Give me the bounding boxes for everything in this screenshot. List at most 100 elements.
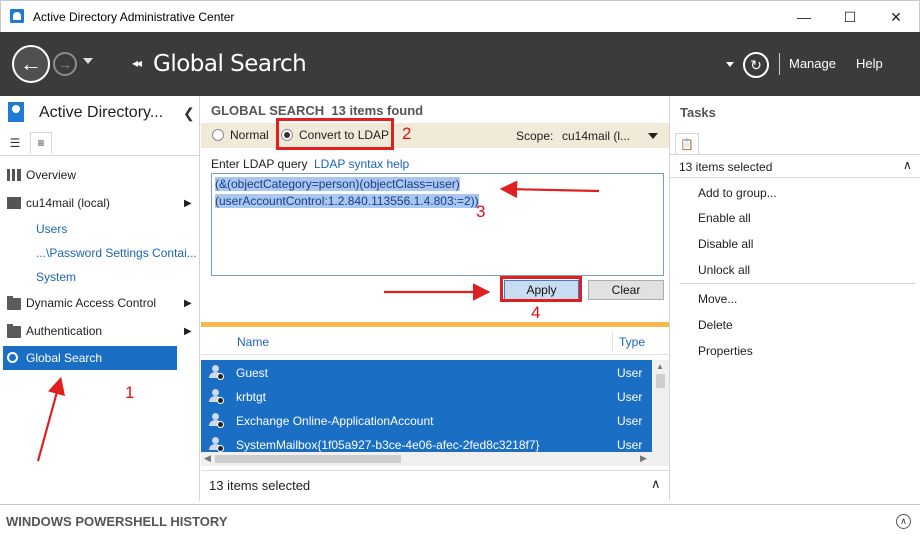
disabled-badge-icon [217, 421, 224, 428]
refresh-icon[interactable]: ↻ [743, 52, 769, 78]
row-name: Exchange Online-ApplicationAccount [236, 414, 434, 428]
scrollbar-thumb[interactable] [215, 455, 401, 463]
overview-icon [7, 169, 21, 181]
annotation-number-3: 3 [476, 202, 486, 221]
breadcrumb-arrows-icon[interactable]: ◂◂ [132, 56, 142, 70]
row-type: User [617, 390, 643, 404]
breadcrumb-dropdown-icon[interactable] [726, 62, 734, 67]
sidebar-item-global-search[interactable]: Global Search [3, 346, 177, 370]
scroll-left-icon[interactable]: ◀ [204, 453, 211, 464]
clipboard-icon[interactable]: 📋 [675, 133, 699, 155]
scope-select[interactable]: cu14mail (l... [562, 129, 630, 143]
powershell-history-bar[interactable]: WINDOWS POWERSHELL HISTORY ∧ [0, 504, 920, 537]
chevron-right-icon[interactable]: ▶ [184, 326, 192, 337]
navigation-view-tabs: ☰ ≡ [0, 130, 200, 156]
app-icon [10, 9, 24, 23]
chevron-up-icon[interactable]: ∧ [651, 476, 661, 492]
tree-view-icon[interactable]: ≡ [30, 132, 52, 154]
sidebar-item-dynamic-access-control[interactable]: Dynamic Access Control ▶ [0, 291, 198, 315]
tasks-selection-label: 13 items selected [679, 160, 773, 174]
table-row[interactable]: Guest User [201, 360, 652, 384]
list-view-icon[interactable]: ☰ [4, 132, 26, 154]
scroll-up-icon[interactable]: ▲ [656, 362, 664, 371]
task-enable-all[interactable]: Enable all [698, 211, 751, 225]
normal-mode-label[interactable]: Normal [230, 128, 269, 142]
annotation-number-2: 2 [402, 124, 412, 143]
navigation-pane-header: Active Directory... ❮ [0, 96, 200, 128]
annotation-number-4: 4 [531, 303, 541, 322]
row-type: User [617, 366, 643, 380]
sidebar-item-label: Overview [26, 168, 77, 182]
scope-dropdown-icon[interactable] [648, 133, 658, 139]
sidebar-item-system[interactable]: System [36, 270, 76, 284]
horizontal-scrollbar[interactable]: ◀ ▶ [201, 452, 669, 466]
task-properties[interactable]: Properties [698, 344, 753, 358]
sidebar-item-authentication[interactable]: Authentication ▶ [0, 319, 198, 343]
query-line-2: (userAccountControl:1.2.840.113556.1.4.8… [215, 194, 479, 208]
row-name: krbtgt [236, 390, 267, 404]
folder-icon [7, 324, 21, 338]
task-add-to-group[interactable]: Add to group... [698, 186, 777, 200]
results-header: Name Type [201, 327, 669, 355]
search-mode-bar: Normal Convert to LDAP Scope: cu14mail (… [201, 123, 669, 148]
task-unlock-all[interactable]: Unlock all [698, 263, 750, 277]
title-bar: Active Directory Administrative Center —… [0, 0, 920, 32]
task-move[interactable]: Move... [698, 292, 737, 306]
column-header-name[interactable]: Name [237, 335, 269, 349]
history-dropdown-icon[interactable] [83, 58, 93, 64]
task-delete[interactable]: Delete [698, 318, 733, 332]
tasks-title: Tasks [680, 105, 716, 120]
vertical-scrollbar[interactable]: ▲ [652, 360, 669, 452]
row-type: User [617, 414, 643, 428]
scrollbar-thumb[interactable] [656, 374, 665, 388]
normal-mode-radio[interactable] [212, 129, 224, 141]
sidebar-item-label: Global Search [26, 351, 103, 365]
items-found-count: 13 items found [331, 103, 424, 118]
chevron-up-icon[interactable]: ∧ [903, 158, 912, 172]
back-arrow-icon[interactable]: ← [12, 45, 50, 83]
domain-icon [7, 197, 21, 209]
task-disable-all[interactable]: Disable all [698, 237, 753, 251]
search-icon [7, 352, 18, 363]
help-menu[interactable]: Help [856, 56, 883, 71]
chevron-right-icon[interactable]: ▶ [184, 298, 192, 309]
column-header-type[interactable]: Type [619, 335, 645, 349]
sidebar-item-users[interactable]: Users [36, 222, 67, 236]
table-row[interactable]: krbtgt User [201, 384, 652, 408]
tasks-selection-header[interactable]: 13 items selected ∧ [670, 154, 920, 178]
row-name: SystemMailbox{1f05a927-b3ce-4e06-afec-2f… [236, 438, 540, 452]
table-row[interactable]: SystemMailbox{1f05a927-b3ce-4e06-afec-2f… [201, 432, 652, 452]
forward-arrow-icon[interactable]: → [53, 52, 77, 76]
ldap-syntax-help-link[interactable]: LDAP syntax help [314, 157, 409, 171]
global-search-panel: GLOBAL SEARCH 13 items found Normal Conv… [201, 96, 669, 501]
navigation-pane: Active Directory... ❮ ☰ ≡ Overview cu14m… [0, 96, 200, 501]
close-button[interactable]: ✕ [873, 1, 919, 33]
manage-menu[interactable]: Manage [789, 56, 836, 71]
sidebar-item-label: Dynamic Access Control [26, 296, 157, 310]
expand-history-icon[interactable]: ∧ [896, 514, 911, 529]
sidebar-item-password-settings[interactable]: ...\Password Settings Contai... [36, 246, 197, 260]
scroll-right-icon[interactable]: ▶ [640, 453, 647, 464]
sidebar-item-overview[interactable]: Overview [0, 163, 198, 187]
sidebar-item-domain[interactable]: cu14mail (local) ▶ [0, 191, 198, 215]
ldap-query-input[interactable]: (&(objectCategory=person)(objectClass=us… [211, 173, 664, 276]
chevron-right-icon[interactable]: ▶ [184, 198, 192, 209]
ldap-query-label: Enter LDAP query [211, 157, 308, 171]
minimize-button[interactable]: — [781, 1, 827, 33]
row-name: Guest [236, 366, 269, 380]
navigation-pane-title: Active Directory... [39, 104, 164, 121]
tasks-divider [680, 283, 915, 284]
annotation-box-apply [500, 276, 582, 302]
query-line-1: (&(objectCategory=person)(objectClass=us… [215, 177, 460, 191]
maximize-button[interactable]: ☐ [827, 1, 873, 33]
disabled-badge-icon [217, 373, 224, 380]
clear-button[interactable]: Clear [588, 280, 664, 300]
column-divider[interactable] [612, 331, 613, 351]
disabled-badge-icon [217, 445, 224, 452]
powershell-history-title: WINDOWS POWERSHELL HISTORY [6, 514, 228, 529]
selected-count: 13 items selected [209, 478, 311, 493]
collapse-pane-icon[interactable]: ❮ [183, 105, 195, 122]
table-row[interactable]: Exchange Online-ApplicationAccount User [201, 408, 652, 432]
search-header: GLOBAL SEARCH 13 items found [211, 103, 423, 118]
sidebar-item-label: Authentication [26, 324, 103, 338]
